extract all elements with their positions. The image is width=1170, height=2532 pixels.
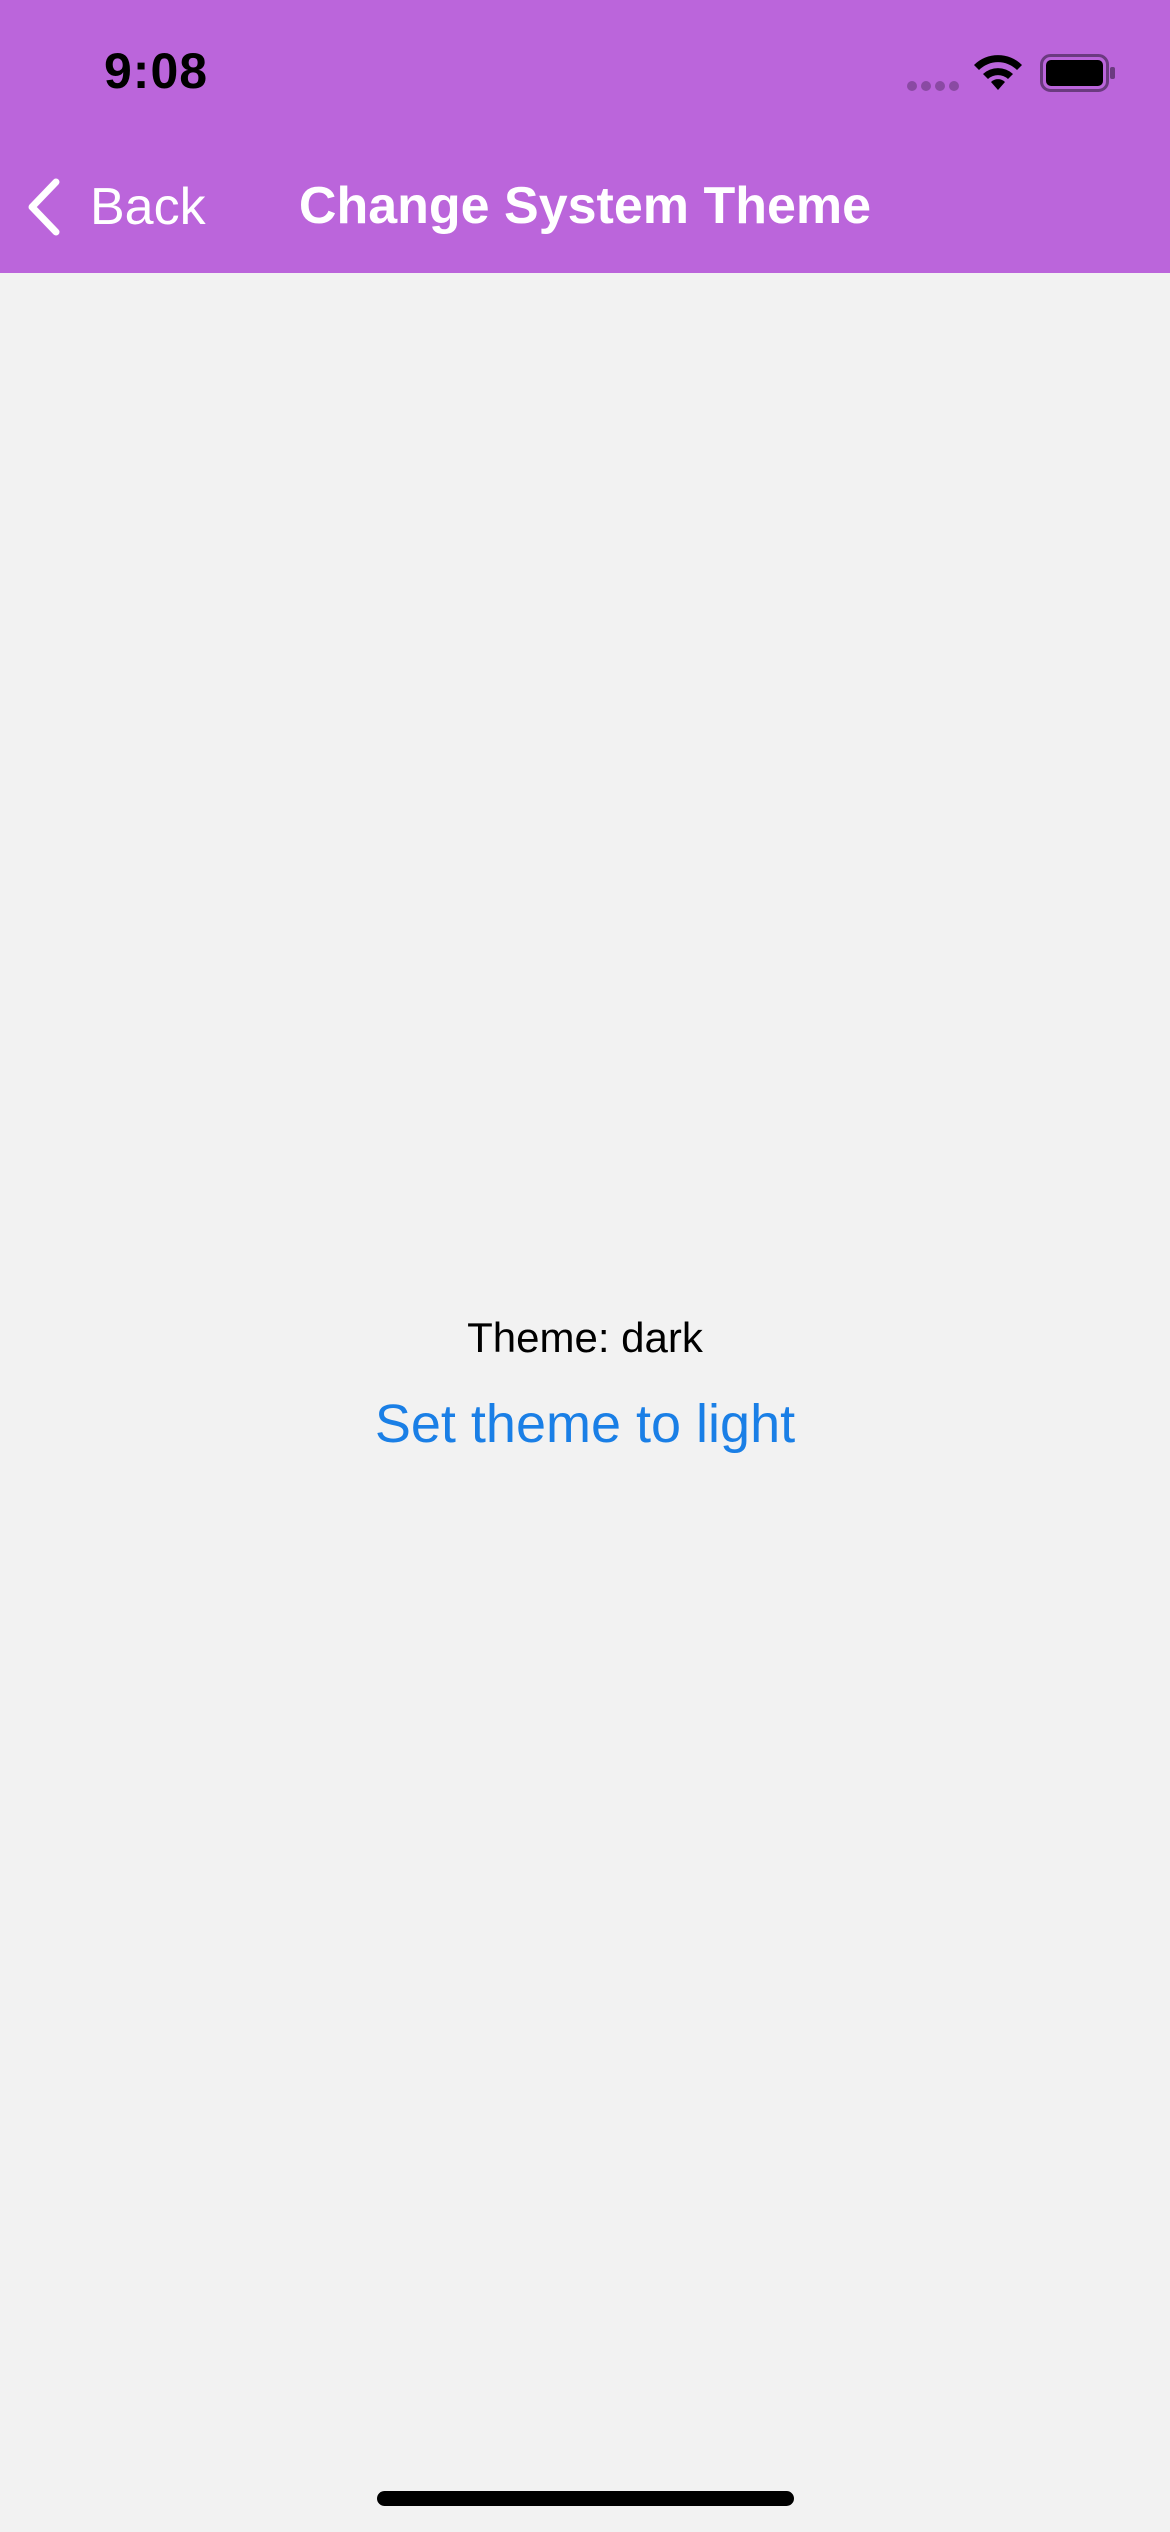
wifi-icon — [974, 55, 1022, 90]
navigation-header: 9:08 Back Change System Theme — [0, 0, 1170, 273]
cellular-signal-icon — [907, 81, 959, 91]
status-bar-time: 9:08 — [104, 43, 209, 99]
page-title: Change System Theme — [298, 177, 872, 235]
set-theme-button[interactable]: Set theme to light — [0, 1393, 1170, 1455]
battery-icon — [1040, 54, 1115, 92]
main-content: Theme: dark Set theme to light — [0, 273, 1170, 2532]
home-indicator[interactable] — [377, 2491, 794, 2506]
current-theme-label: Theme: dark — [467, 1314, 703, 1361]
